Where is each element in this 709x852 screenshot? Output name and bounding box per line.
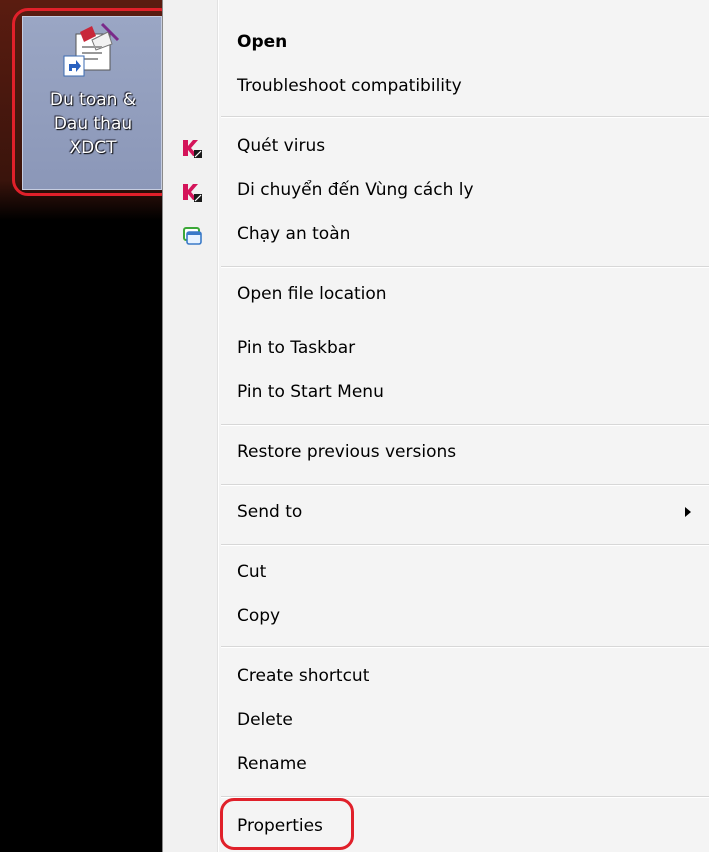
- menu-separator: [221, 116, 709, 118]
- menu-item-chay-an-toan[interactable]: Chạy an toàn: [163, 220, 709, 250]
- highlight-properties: [220, 798, 354, 850]
- menu-item-label: Send to: [237, 502, 303, 522]
- menu-item-label: Restore previous versions: [237, 442, 457, 462]
- menu-item-label: Cut: [237, 562, 267, 582]
- menu-item-restore-previous-versions[interactable]: Restore previous versions: [163, 438, 709, 468]
- menu-item-label: Chạy an toàn: [237, 224, 351, 244]
- menu-item-label: Quét virus: [237, 136, 326, 156]
- menu-separator: [221, 544, 709, 546]
- menu-item-label: Create shortcut: [237, 666, 370, 686]
- submenu-arrow-icon: [685, 507, 691, 517]
- menu-item-quet-virus[interactable]: Quét virus: [163, 132, 709, 162]
- menu-item-create-shortcut[interactable]: Create shortcut: [163, 662, 709, 692]
- menu-item-label: Open file location: [237, 284, 387, 304]
- menu-item-troubleshoot-compatibility[interactable]: Troubleshoot compatibility: [163, 72, 709, 102]
- kaspersky-icon: [183, 140, 202, 158]
- menu-item-label: Di chuyển đến Vùng cách ly: [237, 180, 474, 200]
- menu-item-label: Rename: [237, 754, 307, 774]
- menu-item-pin-to-taskbar[interactable]: Pin to Taskbar: [163, 334, 709, 364]
- menu-item-di-chuyen-den-vung-cach-ly[interactable]: Di chuyển đến Vùng cách ly: [163, 176, 709, 206]
- menu-item-pin-to-start-menu[interactable]: Pin to Start Menu: [163, 378, 709, 408]
- menu-item-label: Pin to Start Menu: [237, 382, 384, 402]
- highlight-shortcut: [12, 8, 176, 196]
- menu-separator: [221, 424, 709, 426]
- menu-item-label: Copy: [237, 606, 281, 626]
- menu-item-label: Delete: [237, 710, 293, 730]
- context-menu: Open Troubleshoot compatibility Quét vir…: [162, 0, 709, 852]
- menu-item-send-to[interactable]: Send to: [163, 498, 709, 528]
- safe-run-icon: [183, 227, 202, 245]
- menu-separator: [221, 646, 709, 648]
- menu-item-label: Troubleshoot compatibility: [237, 76, 462, 96]
- menu-item-cut[interactable]: Cut: [163, 558, 709, 588]
- menu-separator: [221, 266, 709, 268]
- menu-item-delete[interactable]: Delete: [163, 706, 709, 736]
- kaspersky-icon: [183, 184, 202, 202]
- menu-item-open[interactable]: Open: [163, 28, 709, 58]
- menu-separator: [221, 796, 709, 798]
- menu-item-label: Open: [237, 32, 288, 52]
- menu-separator: [221, 484, 709, 486]
- menu-item-rename[interactable]: Rename: [163, 750, 709, 780]
- menu-item-copy[interactable]: Copy: [163, 602, 709, 632]
- menu-item-label: Pin to Taskbar: [237, 338, 356, 358]
- desktop: Du toan & Dau thau XDCT Open Troubleshoo…: [0, 0, 709, 852]
- menu-item-open-file-location[interactable]: Open file location: [163, 280, 709, 310]
